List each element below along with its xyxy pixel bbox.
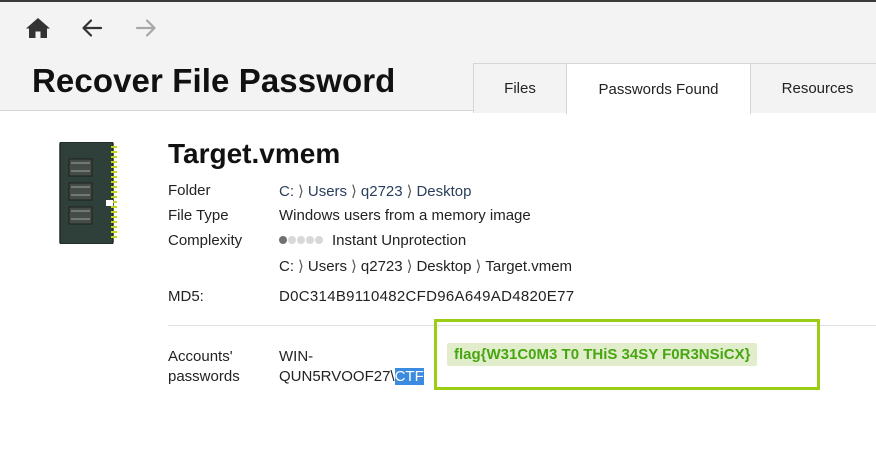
header: Recover File Password Files Passwords Fo…	[0, 2, 876, 114]
accounts-label-line2: passwords	[168, 368, 240, 385]
crumb-desktop[interactable]: Desktop	[416, 183, 471, 200]
arrow-left-icon	[82, 19, 103, 37]
tab-passwords-found[interactable]: Passwords Found	[566, 63, 751, 114]
path-file: Target.vmem	[485, 258, 573, 275]
complexity-dot	[288, 236, 296, 245]
tab-files[interactable]: Files	[473, 63, 566, 113]
accounts-label: Accounts' passwords	[168, 347, 268, 387]
file-type-label: File Type	[168, 207, 229, 224]
path-separator: ⟩	[351, 258, 357, 275]
back-button[interactable]	[78, 16, 106, 40]
arrow-right-icon	[135, 19, 156, 37]
path-separator: ⟩	[298, 258, 304, 275]
complexity-label: Complexity	[168, 232, 243, 249]
memory-module-icon	[59, 142, 117, 244]
password-highlight-box: flag{W31C0M3 T0 THiS 34SY F0R3NSiCX}	[434, 319, 820, 390]
crumb-separator: ⟩	[351, 183, 357, 200]
page-title: Recover File Password	[32, 62, 396, 99]
tab-bar: Files Passwords Found Resources	[473, 63, 876, 114]
file-type-value: Windows users from a memory image	[279, 207, 531, 224]
folder-breadcrumb: C: ⟩ Users ⟩ q2723 ⟩ Desktop	[279, 182, 472, 200]
path-user: q2723	[360, 258, 403, 275]
folder-label: Folder	[168, 182, 211, 199]
path-separator: ⟩	[406, 258, 413, 275]
account-domain-line2: QUN5RVOOF27\	[279, 368, 395, 385]
path-separator: ⟩	[475, 258, 482, 275]
complexity-dot	[306, 236, 314, 245]
account-domain-line1: WIN-	[279, 348, 314, 365]
account-username[interactable]: WIN- QUN5RVOOF27\CTF	[279, 347, 424, 387]
crumb-users[interactable]: Users	[308, 183, 347, 200]
found-password[interactable]: flag{W31C0M3 T0 THiS 34SY F0R3NSiCX}	[447, 343, 758, 366]
path-desktop: Desktop	[416, 258, 472, 275]
complexity-dot	[297, 236, 305, 245]
crumb-separator: ⟩	[406, 183, 413, 200]
crumb-user[interactable]: q2723	[361, 183, 403, 200]
md5-label: MD5:	[168, 288, 204, 305]
path-users: Users	[307, 258, 348, 275]
complexity-meter	[279, 236, 324, 245]
nav-bar	[24, 16, 186, 40]
home-button[interactable]	[24, 16, 52, 40]
complexity-dot	[279, 236, 287, 245]
forward-button[interactable]	[132, 16, 160, 40]
accounts-label-line1: Accounts'	[168, 348, 233, 365]
full-path: C: ⟩ Users ⟩ q2723 ⟩ Desktop ⟩ Target.vmem	[279, 257, 572, 275]
home-icon	[26, 18, 50, 38]
path-drive: C:	[279, 258, 294, 275]
file-name: Target.vmem	[168, 138, 341, 169]
crumb-separator: ⟩	[298, 183, 304, 200]
complexity-value: Instant Unprotection	[279, 232, 466, 249]
complexity-text: Instant Unprotection	[332, 232, 467, 249]
md5-value: D0C314B9110482CFD96A649AD4820E77	[279, 288, 575, 305]
crumb-drive[interactable]: C:	[279, 183, 294, 200]
tab-resources[interactable]: Resources	[751, 63, 876, 113]
complexity-dot	[315, 236, 323, 245]
selected-username[interactable]: CTF	[394, 368, 424, 385]
